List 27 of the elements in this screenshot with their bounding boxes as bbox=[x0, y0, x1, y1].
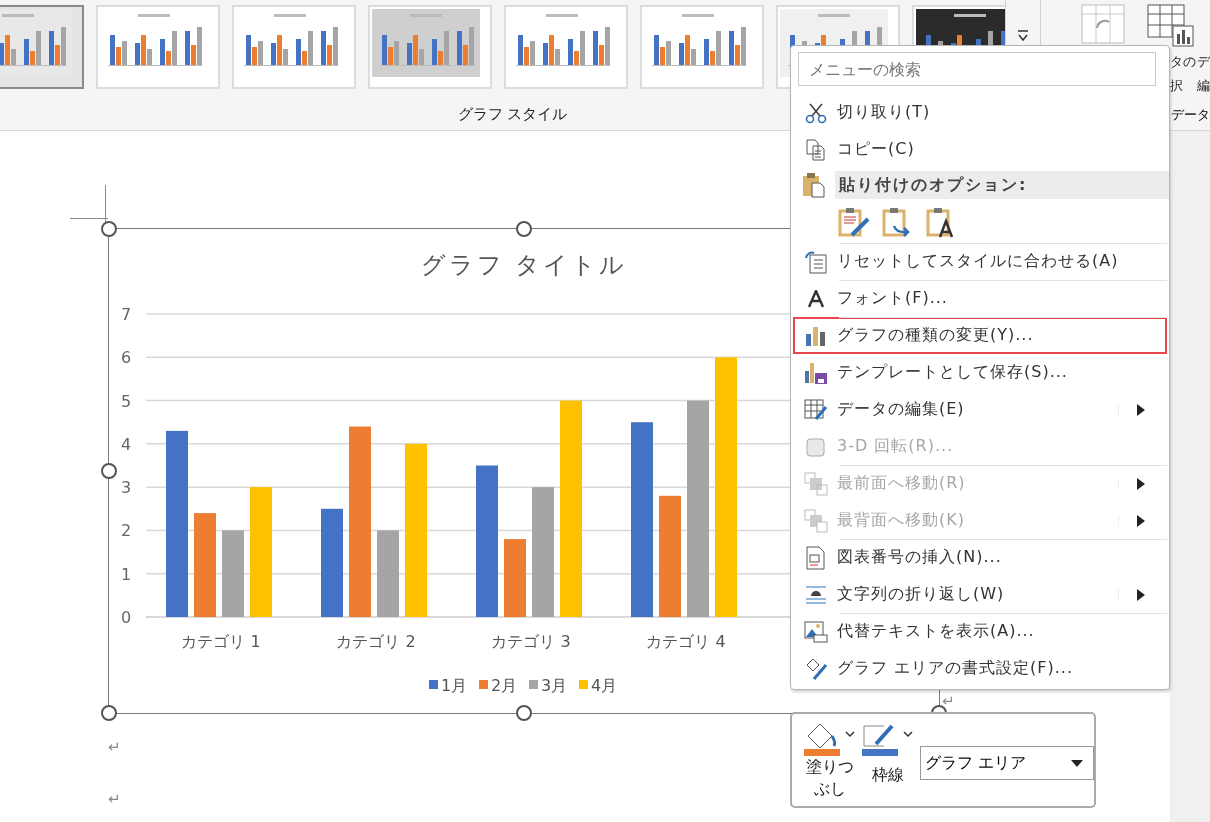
group-label: データ bbox=[1171, 107, 1210, 122]
axis-label: 7 bbox=[120, 305, 132, 324]
category-label: カテゴリ 4 bbox=[646, 632, 726, 651]
paragraph-mark: ↵ bbox=[942, 692, 955, 710]
button-label: 編 bbox=[1197, 77, 1210, 95]
axis-label: 3 bbox=[120, 478, 132, 498]
paragraph-mark: ↵ bbox=[108, 790, 121, 808]
axis-label: 5 bbox=[120, 391, 132, 411]
axis-label: 0 bbox=[120, 608, 132, 627]
axis-label: 2 bbox=[120, 521, 132, 541]
category-label: カテゴリ 2 bbox=[336, 632, 416, 651]
legend-label: 3月 bbox=[541, 676, 568, 695]
button-label: 択 bbox=[1170, 77, 1184, 95]
axis-label: 4 bbox=[120, 434, 132, 454]
section-header: 貼り付けのオプション: bbox=[835, 170, 1169, 199]
group-label: グラフ スタイル bbox=[457, 105, 568, 123]
axis-label: 6 bbox=[120, 348, 132, 368]
legend-label: 4月 bbox=[591, 676, 618, 695]
legend-label: 2月 bbox=[491, 676, 518, 695]
legend-label: 1月 bbox=[441, 676, 468, 695]
category-label: カテゴリ 3 bbox=[491, 632, 571, 651]
axis-label: 1 bbox=[120, 564, 132, 584]
button-label: デ bbox=[1197, 53, 1210, 71]
button-label: タの bbox=[1170, 53, 1196, 71]
paragraph-mark: ↵ bbox=[108, 738, 121, 756]
chart-title: グラフ タイトル bbox=[420, 251, 628, 279]
category-label: カテゴリ 1 bbox=[181, 632, 261, 651]
